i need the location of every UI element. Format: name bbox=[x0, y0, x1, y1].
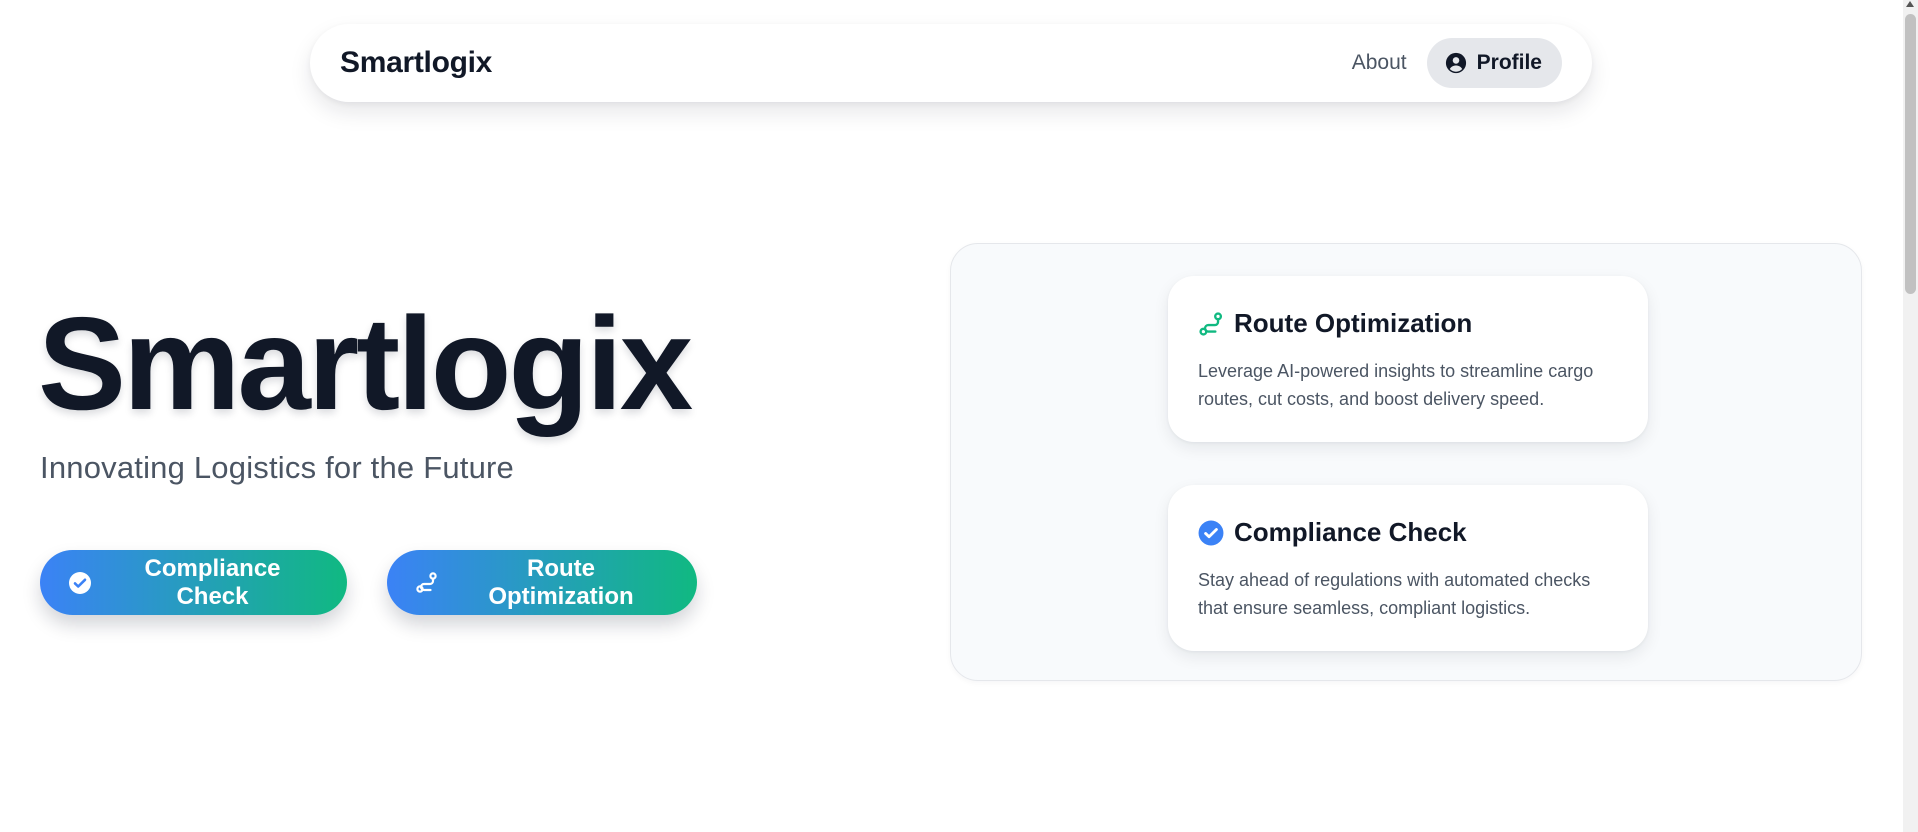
card-description: Leverage AI-powered insights to streamli… bbox=[1198, 361, 1594, 409]
nav-actions: About Profile bbox=[1352, 38, 1562, 88]
hero-subtitle: Innovating Logistics for the Future bbox=[40, 450, 514, 485]
user-circle-icon bbox=[1445, 52, 1467, 74]
hero-title: Smartlogix bbox=[38, 290, 693, 437]
profile-button[interactable]: Profile bbox=[1426, 38, 1562, 88]
scroll-up-arrow-icon[interactable] bbox=[1906, 1, 1914, 7]
card-description: Stay ahead of regulations with automated… bbox=[1198, 570, 1591, 618]
route-optimization-button[interactable]: Route Optimization bbox=[387, 550, 697, 615]
vertical-scrollbar[interactable] bbox=[1903, 0, 1918, 832]
page: Smartlogix About Profile Smartlogix Inno… bbox=[0, 0, 1918, 832]
compliance-check-label: Compliance Check bbox=[144, 554, 281, 610]
check-circle-icon bbox=[1198, 520, 1224, 546]
card-title: Route Optimization bbox=[1234, 308, 1473, 338]
brand-logo[interactable]: Smartlogix bbox=[340, 46, 492, 80]
card-header: Route Optimization bbox=[1198, 308, 1618, 339]
profile-label: Profile bbox=[1476, 51, 1542, 74]
features-panel: Route Optimization Leverage AI-powered i… bbox=[950, 243, 1862, 681]
route-icon bbox=[415, 571, 439, 595]
about-link[interactable]: About bbox=[1352, 51, 1407, 75]
compliance-check-button[interactable]: Compliance Check bbox=[40, 550, 347, 615]
card-header: Compliance Check bbox=[1198, 517, 1618, 548]
feature-card-compliance-check[interactable]: Compliance Check Stay ahead of regulatio… bbox=[1168, 485, 1648, 651]
top-navbar: Smartlogix About Profile bbox=[310, 24, 1592, 102]
feature-card-route-optimization[interactable]: Route Optimization Leverage AI-powered i… bbox=[1168, 276, 1648, 442]
scrollbar-thumb[interactable] bbox=[1905, 14, 1916, 294]
check-circle-icon bbox=[68, 571, 92, 595]
card-title: Compliance Check bbox=[1234, 517, 1467, 547]
route-icon bbox=[1198, 311, 1224, 337]
route-optimization-label: Route Optimization bbox=[488, 554, 634, 610]
